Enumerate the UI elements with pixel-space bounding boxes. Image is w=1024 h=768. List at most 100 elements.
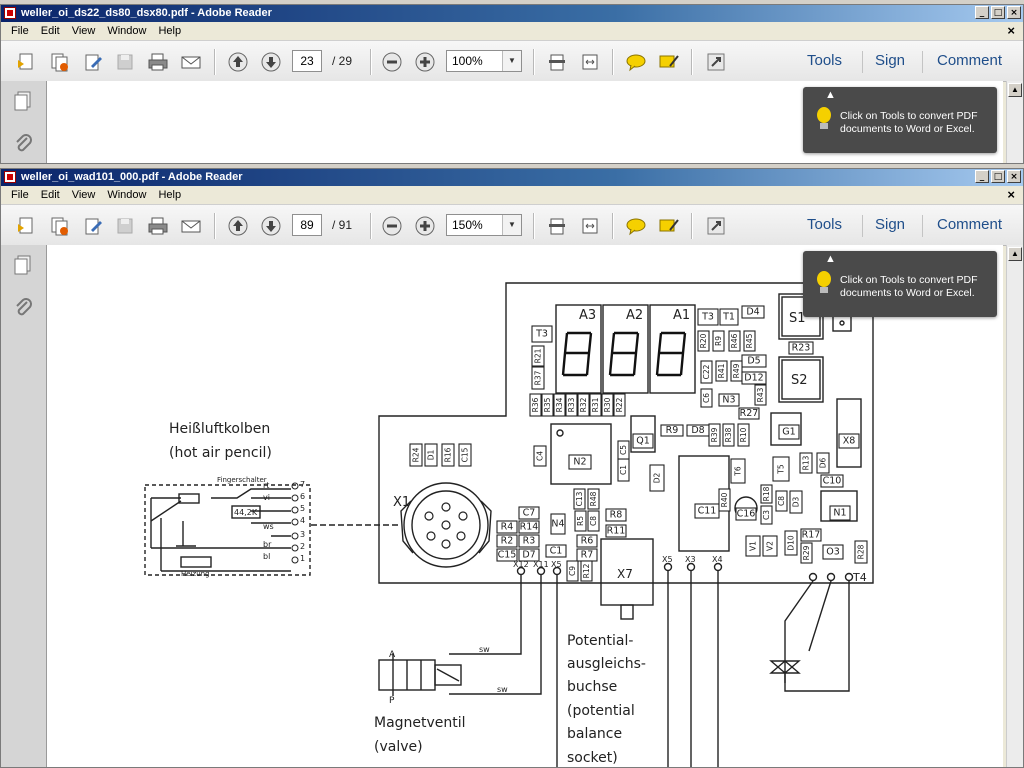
wire-ws: ws [263,522,274,531]
highlight-icon[interactable] [658,215,680,237]
navigation-pane [1,245,47,767]
menu-file[interactable]: File [5,25,35,37]
save-icon[interactable] [114,215,136,237]
print-icon[interactable] [147,215,169,237]
close-button[interactable]: × [1007,170,1021,183]
scroll-up-icon[interactable]: ▲ [1008,247,1022,261]
previous-page-icon[interactable] [227,51,249,73]
pin-1: 1 [300,554,305,563]
page-thumbnails-icon[interactable] [14,91,32,111]
create-pdf-icon[interactable] [15,215,37,237]
tools-link[interactable]: Tools [807,52,842,69]
next-page-icon[interactable] [260,215,282,237]
document-close-icon[interactable]: × [1007,23,1015,38]
menu-window[interactable]: Window [101,25,152,37]
component-r3: R3 [518,534,540,548]
fullscreen-icon[interactable] [705,51,727,73]
collapse-caret-icon[interactable]: ▲ [825,89,836,101]
minimize-button[interactable]: _ [975,170,989,183]
component-label: R3 [523,536,536,547]
component-c3: C3 [760,505,773,525]
comment-icon[interactable] [625,215,647,237]
zoom-out-icon[interactable] [381,51,403,73]
highlight-icon[interactable] [658,51,680,73]
zoom-out-icon[interactable] [381,215,403,237]
collapse-caret-icon[interactable]: ▲ [825,253,836,265]
component-n4: N4 [550,513,566,535]
combine-files-icon[interactable] [48,215,70,237]
zoom-value: 100% [452,54,483,68]
title-bar[interactable]: weller_oi_wad101_000.pdf - Adobe Reader … [1,169,1023,186]
create-pdf-icon[interactable] [15,51,37,73]
lightbulb-icon [815,105,833,136]
fit-width-icon[interactable] [579,215,601,237]
previous-page-icon[interactable] [227,215,249,237]
component-q1: Q1 [632,433,654,449]
zoom-in-icon[interactable] [414,215,436,237]
fit-page-icon[interactable] [546,215,568,237]
menu-file[interactable]: File [5,189,35,201]
restore-button[interactable]: □ [991,6,1005,19]
page-number-input[interactable] [292,50,322,72]
attachments-icon[interactable] [14,297,32,317]
close-button[interactable]: × [1007,6,1021,19]
comment-link[interactable]: Comment [937,52,1002,69]
menu-edit[interactable]: Edit [35,189,66,201]
component-c8: C8 [775,490,788,512]
comment-link[interactable]: Comment [937,216,1002,233]
vertical-scrollbar[interactable]: ▲ [1006,81,1023,163]
component-d10: D10 [784,530,798,556]
heating-label: Heizung [181,570,210,578]
comment-icon[interactable] [625,51,647,73]
component-label: D10 [787,535,796,551]
component-label: C4 [536,451,545,461]
chevron-down-icon[interactable]: ▼ [502,51,521,71]
valve-subtitle: (valve) [374,739,423,755]
wire-br: br [263,540,272,549]
component-c22: C22 [700,360,713,384]
component-n2: N2 [568,454,592,470]
sign-link[interactable]: Sign [875,216,905,233]
menu-edit[interactable]: Edit [35,25,66,37]
edit-document-icon[interactable] [82,51,104,73]
email-icon[interactable] [180,51,202,73]
fit-width-icon[interactable] [579,51,601,73]
menu-window[interactable]: Window [101,189,152,201]
adobe-reader-icon [4,7,16,19]
fit-page-icon[interactable] [546,51,568,73]
potential-line-3: buchse [567,679,617,695]
vertical-scrollbar[interactable]: ▲ [1006,245,1023,767]
page-thumbnails-icon[interactable] [14,255,32,275]
combine-files-icon[interactable] [48,51,70,73]
zoom-in-icon[interactable] [414,51,436,73]
component-label: D1 [427,449,436,460]
component-label: O3 [826,547,840,558]
sign-link[interactable]: Sign [875,52,905,69]
fullscreen-icon[interactable] [705,215,727,237]
zoom-select[interactable]: 150% ▼ [446,214,522,236]
page-number-input[interactable] [292,214,322,236]
save-icon[interactable] [114,51,136,73]
switch-s2: S2 [791,373,808,388]
restore-button[interactable]: □ [991,170,1005,183]
scroll-up-icon[interactable]: ▲ [1008,83,1022,97]
menu-help[interactable]: Help [152,189,187,201]
minimize-button[interactable]: _ [975,6,989,19]
zoom-select[interactable]: 100% ▼ [446,50,522,72]
menu-view[interactable]: View [66,25,102,37]
menu-view[interactable]: View [66,189,102,201]
next-page-icon[interactable] [260,51,282,73]
document-view[interactable]: A3 A2 A1 S1 S2 Heißluftkolben (hot air p… [47,245,1003,767]
title-bar[interactable]: weller_oi_ds22_ds80_dsx80.pdf - Adobe Re… [1,5,1023,22]
component-label: C15 [498,550,517,561]
attachments-icon[interactable] [14,133,32,153]
document-close-icon[interactable]: × [1007,187,1015,202]
email-icon[interactable] [180,215,202,237]
print-icon[interactable] [147,51,169,73]
menu-help[interactable]: Help [152,25,187,37]
pin-7: 7 [300,480,305,489]
component-label: X8 [843,436,856,447]
tools-link[interactable]: Tools [807,216,842,233]
chevron-down-icon[interactable]: ▼ [502,215,521,235]
edit-document-icon[interactable] [82,215,104,237]
